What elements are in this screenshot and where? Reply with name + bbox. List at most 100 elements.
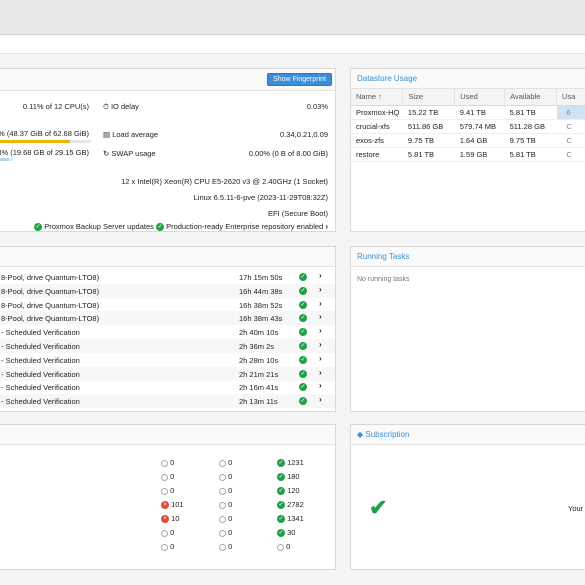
summary-row[interactable]: 0 0 ✓ 180 — [0, 469, 335, 483]
task-status: ✓ — [299, 396, 307, 406]
chevron-right-icon[interactable]: › — [319, 354, 322, 363]
chevron-right-icon[interactable]: › — [319, 368, 322, 377]
task-status: ✓ — [299, 341, 307, 351]
chevron-right-icon[interactable]: › — [319, 299, 322, 308]
chevron-right-icon[interactable]: › — [319, 381, 322, 390]
summary-row[interactable]: 0 0 ✓ 30 — [0, 525, 335, 539]
datastore-column-header[interactable]: Usa — [556, 89, 585, 106]
task-row[interactable]: - Scheduled Verification 2h 16m 41s ✓ › — [0, 380, 335, 394]
summary-row[interactable]: × 10 0 ✓ 1341 — [0, 511, 335, 525]
task-description: 8-Pool, drive Quantum-LTO8) — [1, 314, 100, 324]
datastore-row[interactable]: crucial-xfs 511.86 GB 579.74 MB 511.28 GB C — [351, 119, 585, 134]
running-tasks-header: Running Tasks — [351, 247, 585, 267]
task-status: ✓ — [299, 272, 307, 282]
summary-warnings: 0 — [219, 472, 232, 481]
datastore-column-header[interactable]: Name ↑ — [351, 89, 404, 106]
datastore-cell-avail: 5.81 TB — [504, 147, 557, 162]
task-row[interactable]: - Scheduled Verification 2h 40m 10s ✓ › — [0, 325, 335, 339]
summary-warnings: 0 — [219, 500, 232, 509]
chevron-right-icon[interactable]: › — [319, 340, 322, 349]
task-status: ✓ — [299, 327, 307, 337]
datastore-column-header[interactable]: Used — [454, 89, 506, 106]
updates-text: Proxmox Backup Server updates — [44, 222, 154, 231]
summary-warning-count: 0 — [228, 472, 233, 481]
task-row[interactable]: 8-Pool, drive Quantum-LTO8) 17h 15m 50s ✓ › — [0, 270, 335, 284]
datastore-cell-used: 9.41 TB — [454, 105, 505, 120]
summary-failed-count: 0 — [170, 528, 175, 537]
task-row[interactable]: 8-Pool, drive Quantum-LTO8) 16h 38m 43s ✓ › — [0, 311, 335, 326]
datastore-row[interactable]: Proxmox-HQ 15.22 TB 9.41 TB 5.81 TB 6 — [351, 105, 585, 120]
memory-usage-value: % (48.37 GiB of 62.68 GiB) — [0, 129, 89, 138]
datastore-row[interactable]: exos-zfs 9.75 TB 1.64 GB 9.75 TB C — [351, 133, 585, 148]
datastore-cell-used: 579.74 MB — [454, 119, 505, 134]
task-status: ✓ — [299, 382, 307, 392]
task-duration: 16h 38m 52s — [239, 300, 283, 310]
summary-failed: 0 — [161, 486, 174, 495]
datastore-column-header[interactable]: Size — [402, 89, 456, 106]
task-row[interactable]: 8-Pool, drive Quantum-LTO8) 16h 44m 38s ✓ › — [0, 283, 335, 298]
io-delay-value: 0.03% — [306, 102, 328, 111]
task-row[interactable]: 8-Pool, drive Quantum-LTO8) 16h 38m 52s ✓ › — [0, 298, 335, 312]
check-icon: ✓ — [277, 487, 285, 496]
chevron-right-icon[interactable]: › — [319, 326, 322, 335]
memory-usage-bar-fill — [0, 140, 70, 143]
chevron-right-icon[interactable]: › — [319, 312, 322, 321]
neutral-icon — [277, 543, 284, 551]
task-duration: 2h 21m 21s — [239, 369, 279, 379]
summary-warnings: 0 — [219, 458, 232, 467]
task-description: 8-Pool, drive Quantum-LTO8) — [1, 300, 100, 310]
load-average-label: ▤ Load average — [103, 130, 158, 139]
summary-row[interactable]: 0 0 ✓ 1231 — [0, 455, 335, 469]
neutral-icon — [219, 515, 226, 523]
check-icon: ✓ — [299, 342, 307, 351]
datastore-cell-usage: C — [556, 133, 585, 148]
neutral-icon — [161, 487, 168, 495]
summary-row[interactable]: 0 0 ✓ 120 — [0, 483, 335, 497]
task-row[interactable]: - Scheduled Verification 2h 28m 10s ✓ › — [0, 353, 335, 367]
neutral-icon — [219, 529, 226, 537]
check-icon: ✓ — [277, 515, 285, 524]
datastore-row[interactable]: restore 5.81 TB 1.59 GB 5.81 TB C — [351, 147, 585, 162]
task-row[interactable]: - Scheduled Verification 2h 13m 11s ✓ › — [0, 394, 335, 409]
summary-row[interactable]: 0 0 0 — [0, 539, 335, 553]
summary-ok: ✓ 1231 — [277, 458, 304, 468]
summary-row[interactable]: × 101 0 ✓ 2782 — [0, 497, 335, 511]
load-average-value: 0.34,0.21,0.09 — [280, 130, 328, 139]
check-icon: ✓ — [277, 459, 285, 468]
task-status: ✓ — [299, 369, 307, 378]
root-disk-value: 3% (19.68 GB of 29.15 GB) — [0, 148, 89, 157]
check-icon: ✓ — [299, 286, 307, 295]
check-icon: ✓ — [277, 501, 285, 510]
chevron-right-icon[interactable]: › — [319, 285, 322, 294]
summary-failed-count: 10 — [171, 514, 180, 523]
repository-status[interactable]: ✓ Proxmox Backup Server updates ✓ Produc… — [34, 222, 328, 231]
datastore-column-header[interactable]: Available — [504, 89, 558, 106]
chevron-right-icon[interactable]: › — [319, 395, 322, 404]
summary-ok-count: 180 — [287, 472, 300, 481]
subscription-panel: ◆ Subscription ✔ Your — [350, 424, 585, 570]
neutral-icon — [219, 487, 226, 495]
chevron-right-icon[interactable]: › — [319, 271, 322, 280]
task-status: ✓ — [299, 355, 307, 364]
datastore-cell-avail: 9.75 TB — [504, 133, 557, 148]
summary-warning-count: 0 — [228, 542, 233, 551]
root-disk-bar-fill — [0, 158, 9, 161]
check-icon: ✓ — [299, 369, 307, 378]
neutral-icon — [219, 501, 226, 509]
task-summary-header — [0, 425, 335, 445]
subscription-title: ◆ Subscription — [357, 430, 409, 439]
task-description: - Scheduled Verification — [1, 355, 80, 365]
summary-ok: ✓ 2782 — [277, 500, 304, 510]
check-icon: ✓ — [277, 473, 285, 482]
datastore-usage-panel: Datastore Usage Name ↑ Size Used Available U… — [350, 68, 585, 232]
neutral-icon — [161, 543, 168, 551]
datastore-table: Name ↑ Size Used Available Usa Proxmox-HQ 15.… — [351, 89, 585, 162]
check-icon: ✓ — [299, 383, 307, 392]
task-row[interactable]: - Scheduled Verification 2h 21m 21s ✓ › — [0, 366, 335, 381]
summary-failed: 0 — [161, 472, 174, 481]
swap-usage-label: ↻ SWAP usage — [103, 149, 156, 158]
summary-ok: ✓ 1341 — [277, 514, 304, 524]
show-fingerprint-button[interactable]: Show Fingerprint — [267, 73, 332, 86]
summary-warning-count: 0 — [228, 528, 233, 537]
task-row[interactable]: - Scheduled Verification 2h 36m 2s ✓ › — [0, 339, 335, 353]
